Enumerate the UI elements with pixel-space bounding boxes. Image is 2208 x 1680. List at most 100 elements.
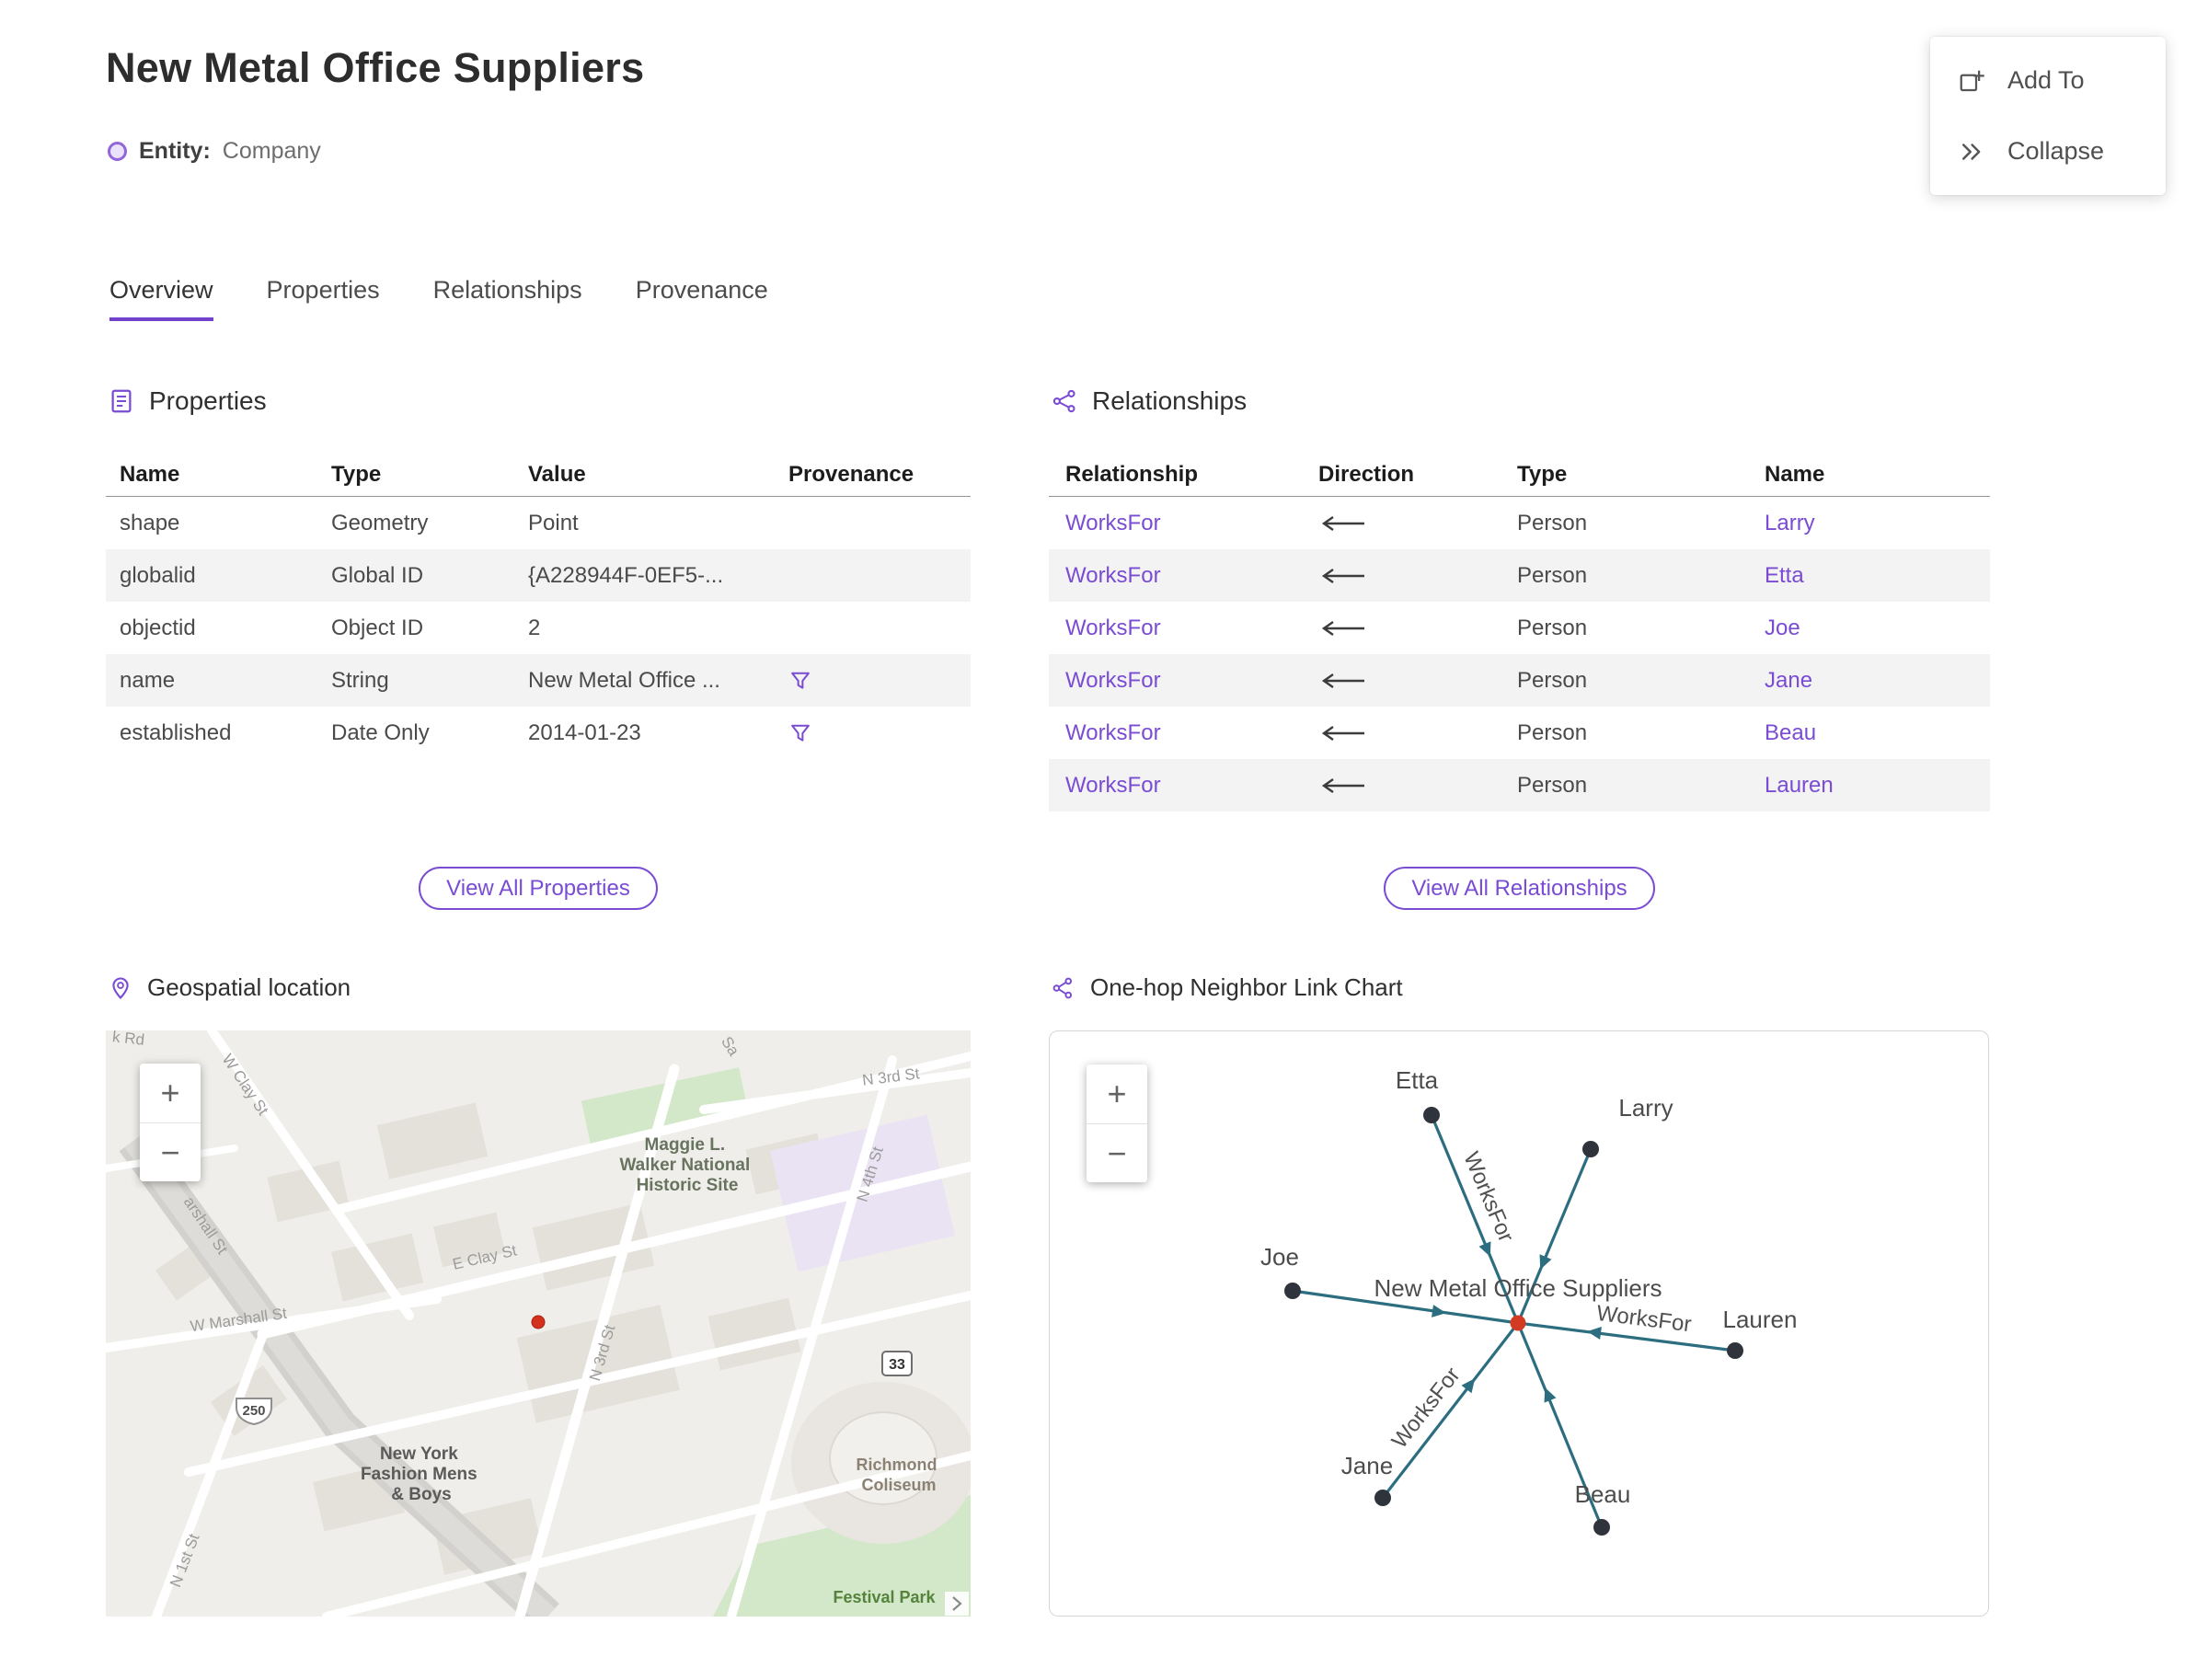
- incoming-arrow-icon: [1321, 725, 1364, 741]
- route-shield-33: 33: [881, 1351, 913, 1376]
- festival-park-label: Festival Park: [833, 1588, 936, 1606]
- node-label-larry: Larry: [1618, 1094, 1673, 1122]
- properties-heading: Properties: [149, 386, 267, 415]
- provenance-flag-icon[interactable]: [788, 721, 812, 745]
- col-header-relationship: Relationship: [1065, 461, 1199, 487]
- map-panel: + − k Rd Sa W Clay St arshall St W Marsh…: [106, 1030, 971, 1617]
- relationships-section-header: Relationships: [1051, 386, 1247, 416]
- entity-line: Entity: Company: [108, 138, 321, 165]
- property-row: shape Geometry Point: [106, 497, 971, 549]
- relationship-row: WorksFor Person Lauren: [1049, 759, 1990, 811]
- edge-label-worksfor: WorksFor: [1458, 1148, 1518, 1246]
- link-chart-canvas[interactable]: WorksFor WorksFor WorksFor Etta Larry Jo…: [1050, 1031, 1989, 1617]
- node-jane[interactable]: [1374, 1490, 1391, 1506]
- geospatial-heading: Geospatial location: [147, 973, 351, 1001]
- property-value: {A228944F-0EF5-...: [528, 562, 724, 588]
- col-header-name: Name: [1765, 461, 1825, 487]
- map-pin-icon: [112, 977, 129, 999]
- incoming-arrow-icon: [1321, 568, 1364, 583]
- relationship-link[interactable]: WorksFor: [1049, 668, 1302, 694]
- relationship-row: WorksFor Person Larry: [1049, 497, 1990, 549]
- tab-overview[interactable]: Overview: [109, 276, 213, 321]
- relationship-link[interactable]: WorksFor: [1049, 616, 1302, 641]
- relationship-name-link[interactable]: Lauren: [1748, 773, 1990, 799]
- col-header-type: Type: [1517, 461, 1568, 487]
- col-header-provenance: Provenance: [788, 461, 914, 487]
- node-larry[interactable]: [1582, 1141, 1599, 1157]
- node-joe[interactable]: [1284, 1283, 1301, 1299]
- col-header-name: Name: [120, 461, 180, 487]
- relationship-name-link[interactable]: Beau: [1748, 720, 1990, 746]
- relationship-link[interactable]: WorksFor: [1049, 563, 1302, 589]
- link-chart-heading: One-hop Neighbor Link Chart: [1090, 973, 1403, 1001]
- property-row: name String New Metal Office ...: [106, 654, 971, 707]
- relationship-link[interactable]: WorksFor: [1049, 773, 1302, 799]
- entity-type-value: Company: [222, 138, 321, 164]
- entity-label: Entity:: [139, 138, 211, 164]
- collapse-chevrons-icon: [1962, 143, 1981, 160]
- property-name: shape: [120, 510, 180, 535]
- collapse-label: Collapse: [2007, 137, 2105, 165]
- relationship-link[interactable]: WorksFor: [1049, 511, 1302, 536]
- node-etta[interactable]: [1423, 1107, 1440, 1123]
- node-lauren[interactable]: [1727, 1342, 1743, 1359]
- chart-zoom-control: + −: [1087, 1064, 1147, 1182]
- property-name: objectid: [120, 615, 196, 640]
- node-center-entity[interactable]: [1510, 1315, 1526, 1331]
- property-type: String: [331, 667, 389, 693]
- property-row: established Date Only 2014-01-23: [106, 707, 971, 759]
- relationship-name-link[interactable]: Larry: [1748, 511, 1990, 536]
- tab-provenance[interactable]: Provenance: [636, 276, 768, 321]
- link-chart-panel: + − WorksFor WorksFor WorksFor Etta Larr…: [1049, 1030, 1989, 1617]
- chart-zoom-in-button[interactable]: +: [1087, 1064, 1147, 1123]
- entity-location-marker[interactable]: [531, 1315, 546, 1329]
- relationships-icon: [1052, 389, 1075, 413]
- add-to-label: Add To: [2007, 66, 2085, 94]
- tab-bar: Overview Properties Relationships Proven…: [109, 276, 768, 321]
- node-label-joe: Joe: [1260, 1243, 1299, 1271]
- property-name: established: [120, 719, 232, 745]
- relationship-type: Person: [1517, 562, 1588, 588]
- view-all-relationships-button[interactable]: View All Relationships: [1384, 867, 1655, 910]
- relationship-type: Person: [1517, 719, 1588, 745]
- property-type: Global ID: [331, 562, 424, 588]
- chart-zoom-out-button[interactable]: −: [1087, 1123, 1147, 1182]
- relationship-name-link[interactable]: Jane: [1748, 668, 1990, 694]
- incoming-arrow-icon: [1321, 515, 1364, 531]
- map-zoom-out-button[interactable]: −: [140, 1122, 201, 1181]
- property-type: Object ID: [331, 615, 424, 640]
- svg-text:33: 33: [889, 1357, 905, 1373]
- view-all-properties-button[interactable]: View All Properties: [419, 867, 658, 910]
- link-chart-icon: [1052, 977, 1073, 998]
- relationship-name-link[interactable]: Etta: [1748, 563, 1990, 589]
- link-chart-section-header: One-hop Neighbor Link Chart: [1051, 973, 1403, 1002]
- tab-properties[interactable]: Properties: [267, 276, 380, 321]
- map-attribution-toggle-icon[interactable]: [945, 1592, 969, 1616]
- collapse-button[interactable]: Collapse: [1958, 137, 2138, 166]
- entity-type-icon: [108, 142, 127, 161]
- relationship-link[interactable]: WorksFor: [1049, 720, 1302, 746]
- incoming-arrow-icon: [1321, 673, 1364, 688]
- node-label-etta: Etta: [1396, 1066, 1439, 1094]
- properties-table-header: Name Type Value Provenance: [106, 453, 971, 497]
- direction-cell: [1302, 725, 1501, 742]
- map-canvas[interactable]: k Rd Sa W Clay St arshall St W Marshall …: [106, 1030, 971, 1617]
- property-value: 2014-01-23: [528, 719, 641, 745]
- property-provenance: [775, 669, 971, 693]
- provenance-flag-icon[interactable]: [788, 669, 812, 693]
- direction-cell: [1302, 673, 1501, 689]
- relationships-table-header: Relationship Direction Type Name: [1049, 453, 1990, 497]
- relationship-row: WorksFor Person Etta: [1049, 549, 1990, 602]
- tab-relationships[interactable]: Relationships: [433, 276, 582, 321]
- map-zoom-control: + −: [140, 1064, 201, 1181]
- add-to-button[interactable]: Add To: [1958, 66, 2138, 95]
- relationship-row: WorksFor Person Jane: [1049, 654, 1990, 707]
- node-beau[interactable]: [1593, 1519, 1610, 1536]
- add-to-icon: [1960, 70, 1984, 91]
- map-zoom-in-button[interactable]: +: [140, 1064, 201, 1122]
- property-name: globalid: [120, 562, 196, 588]
- svg-text:250: 250: [242, 1403, 265, 1419]
- relationship-name-link[interactable]: Joe: [1748, 616, 1990, 641]
- property-row: globalid Global ID {A228944F-0EF5-...: [106, 549, 971, 602]
- incoming-arrow-icon: [1321, 620, 1364, 636]
